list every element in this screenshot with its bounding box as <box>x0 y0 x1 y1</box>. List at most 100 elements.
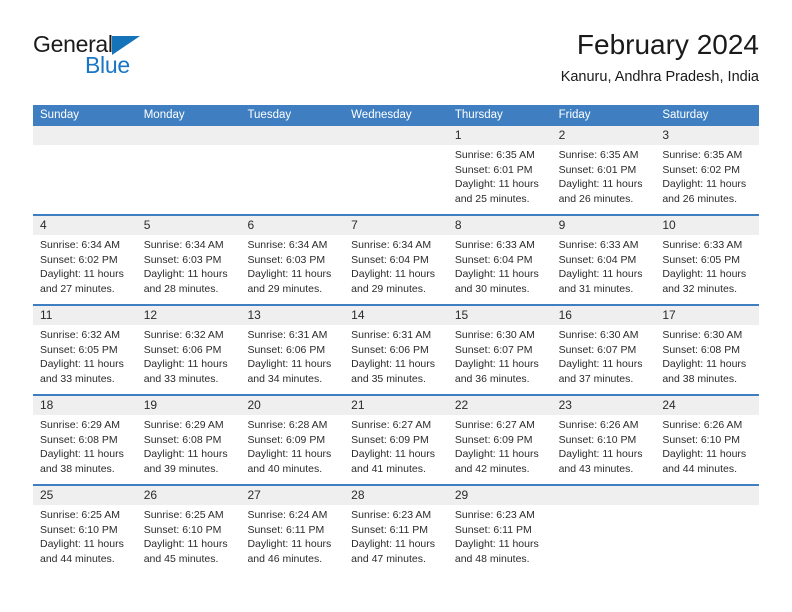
calendar-week-row: 18 Sunrise: 6:29 AM Sunset: 6:08 PM Dayligh… <box>33 394 760 484</box>
calendar-day-cell[interactable]: 1 Sunrise: 6:35 AM Sunset: 6:01 PM Daylight… <box>447 126 552 214</box>
sunset-text: Sunset: 6:11 PM <box>247 523 325 536</box>
daylight-text-line2: and 26 minutes. <box>558 192 634 205</box>
calendar-day-cell-empty <box>33 126 137 214</box>
sunset-text: Sunset: 6:07 PM <box>454 343 533 356</box>
day-sun-info: Sunrise: 6:23 AM Sunset: 6:11 PM Daylight:… <box>448 505 552 566</box>
day-number <box>551 486 656 505</box>
calendar-day-cell[interactable]: 27 Sunrise: 6:24 AM Sunset: 6:11 PM Dayligh… <box>240 486 345 574</box>
calendar-day-cell[interactable]: 18 Sunrise: 6:29 AM Sunset: 6:08 PM Dayligh… <box>33 396 137 484</box>
sunset-text: Sunset: 6:10 PM <box>40 523 118 536</box>
sunrise-text: Sunrise: 6:35 AM <box>558 149 639 161</box>
day-number: 11 <box>33 306 137 325</box>
daylight-text-line2: and 42 minutes. <box>454 462 530 475</box>
day-sun-info: Sunrise: 6:30 AM Sunset: 6:07 PM Daylight:… <box>552 325 656 386</box>
day-number <box>240 126 345 145</box>
calendar-week-row: 1 Sunrise: 6:35 AM Sunset: 6:01 PM Daylight… <box>33 126 760 214</box>
sunrise-text: Sunrise: 6:35 AM <box>454 149 535 161</box>
sunrise-text: Sunrise: 6:31 AM <box>351 329 432 341</box>
sunrise-text: Sunrise: 6:33 AM <box>558 239 639 251</box>
page-title: February 2024 <box>576 29 759 60</box>
daylight-text-line2: and 45 minutes. <box>143 552 219 565</box>
calendar-day-cell[interactable]: 10 Sunrise: 6:33 AM Sunset: 6:05 PM Dayligh… <box>655 216 760 304</box>
calendar-day-cell[interactable]: 25 Sunrise: 6:25 AM Sunset: 6:10 PM Dayligh… <box>33 486 137 574</box>
calendar-day-cell[interactable]: 24 Sunrise: 6:26 AM Sunset: 6:10 PM Dayligh… <box>655 396 760 484</box>
calendar-day-cell[interactable]: 19 Sunrise: 6:29 AM Sunset: 6:08 PM Dayligh… <box>136 396 241 484</box>
calendar-day-cell[interactable]: 5 Sunrise: 6:34 AM Sunset: 6:03 PM Daylight… <box>136 216 241 304</box>
sunrise-text: Sunrise: 6:34 AM <box>143 239 224 251</box>
daylight-text-line1: Daylight: 11 hours <box>351 268 436 281</box>
sunset-text: Sunset: 6:04 PM <box>351 253 429 266</box>
calendar-week-row: 25 Sunrise: 6:25 AM Sunset: 6:10 PM Dayligh… <box>33 484 760 574</box>
daylight-text-line1: Daylight: 11 hours <box>143 448 228 461</box>
daylight-text-line2: and 38 minutes. <box>662 372 738 385</box>
calendar-day-cell[interactable]: 15 Sunrise: 6:30 AM Sunset: 6:07 PM Dayligh… <box>447 306 552 394</box>
sunset-text: Sunset: 6:04 PM <box>454 253 533 266</box>
calendar-day-cell[interactable]: 16 Sunrise: 6:30 AM Sunset: 6:07 PM Dayligh… <box>551 306 656 394</box>
sunset-text: Sunset: 6:09 PM <box>454 433 533 446</box>
calendar-day-cell[interactable]: 23 Sunrise: 6:26 AM Sunset: 6:10 PM Dayligh… <box>551 396 656 484</box>
day-sun-info: Sunrise: 6:33 AM Sunset: 6:04 PM Daylight:… <box>552 235 656 296</box>
sunrise-text: Sunrise: 6:27 AM <box>454 419 535 431</box>
day-sun-info: Sunrise: 6:32 AM Sunset: 6:06 PM Daylight:… <box>137 325 241 386</box>
sunset-text: Sunset: 6:05 PM <box>40 343 118 356</box>
sunset-text: Sunset: 6:06 PM <box>247 343 326 356</box>
weekday-header-wednesday: Wednesday <box>351 109 412 121</box>
day-sun-info: Sunrise: 6:35 AM Sunset: 6:02 PM Daylight:… <box>655 145 759 206</box>
daylight-text-line1: Daylight: 11 hours <box>662 268 747 281</box>
daylight-text-line2: and 47 minutes. <box>351 552 426 565</box>
sunrise-text: Sunrise: 6:35 AM <box>662 149 743 161</box>
daylight-text-line1: Daylight: 11 hours <box>40 538 124 551</box>
calendar-day-cell[interactable]: 20 Sunrise: 6:28 AM Sunset: 6:09 PM Dayligh… <box>240 396 345 484</box>
calendar-day-cell-empty <box>344 126 448 214</box>
calendar-day-cell[interactable]: 6 Sunrise: 6:34 AM Sunset: 6:03 PM Daylight… <box>240 216 345 304</box>
calendar-day-cell[interactable]: 2 Sunrise: 6:35 AM Sunset: 6:01 PM Daylight… <box>551 126 656 214</box>
weekday-header-saturday: Saturday <box>662 109 709 121</box>
day-number: 23 <box>551 396 656 415</box>
daylight-text-line2: and 46 minutes. <box>247 552 323 565</box>
day-sun-info: Sunrise: 6:26 AM Sunset: 6:10 PM Daylight:… <box>655 415 759 476</box>
day-sun-info: Sunrise: 6:25 AM Sunset: 6:10 PM Daylight:… <box>33 505 137 566</box>
daylight-text-line2: and 41 minutes. <box>351 462 426 475</box>
day-number: 28 <box>344 486 448 505</box>
calendar-day-cell[interactable]: 21 Sunrise: 6:27 AM Sunset: 6:09 PM Dayligh… <box>344 396 448 484</box>
calendar-day-cell[interactable]: 22 Sunrise: 6:27 AM Sunset: 6:09 PM Dayligh… <box>447 396 552 484</box>
daylight-text-line1: Daylight: 11 hours <box>558 448 643 461</box>
daylight-text-line1: Daylight: 11 hours <box>351 358 436 371</box>
weekday-header-sunday: Sunday <box>40 109 80 121</box>
calendar-day-cell[interactable]: 17 Sunrise: 6:30 AM Sunset: 6:08 PM Dayligh… <box>655 306 760 394</box>
calendar-day-cell[interactable]: 28 Sunrise: 6:23 AM Sunset: 6:11 PM Dayligh… <box>344 486 448 574</box>
sunset-text: Sunset: 6:01 PM <box>454 163 533 176</box>
sunset-text: Sunset: 6:08 PM <box>40 433 118 446</box>
daylight-text-line2: and 29 minutes. <box>351 282 426 295</box>
calendar-day-cell[interactable]: 9 Sunrise: 6:33 AM Sunset: 6:04 PM Daylight… <box>551 216 656 304</box>
daylight-text-line1: Daylight: 11 hours <box>662 448 747 461</box>
day-sun-info: Sunrise: 6:24 AM Sunset: 6:11 PM Daylight:… <box>240 505 344 566</box>
day-number: 20 <box>240 396 345 415</box>
day-sun-info: Sunrise: 6:33 AM Sunset: 6:04 PM Daylight:… <box>448 235 552 296</box>
daylight-text-line1: Daylight: 11 hours <box>454 448 539 461</box>
page-header: General Blue February 2024 Kanuru, Andhr… <box>33 28 759 100</box>
daylight-text-line1: Daylight: 11 hours <box>143 268 228 281</box>
day-number: 6 <box>240 216 345 235</box>
sunrise-text: Sunrise: 6:34 AM <box>40 239 120 251</box>
daylight-text-line1: Daylight: 11 hours <box>143 358 228 371</box>
day-sun-info: Sunrise: 6:30 AM Sunset: 6:07 PM Daylight:… <box>448 325 552 386</box>
sunset-text: Sunset: 6:10 PM <box>143 523 222 536</box>
calendar-day-cell[interactable]: 26 Sunrise: 6:25 AM Sunset: 6:10 PM Dayligh… <box>136 486 241 574</box>
sunset-text: Sunset: 6:01 PM <box>558 163 637 176</box>
calendar-day-cell[interactable]: 3 Sunrise: 6:35 AM Sunset: 6:02 PM Daylight… <box>655 126 760 214</box>
calendar-day-cell[interactable]: 29 Sunrise: 6:23 AM Sunset: 6:11 PM Dayligh… <box>447 486 552 574</box>
calendar-day-cell[interactable]: 12 Sunrise: 6:32 AM Sunset: 6:06 PM Dayligh… <box>136 306 241 394</box>
day-sun-info: Sunrise: 6:27 AM Sunset: 6:09 PM Daylight:… <box>344 415 448 476</box>
calendar-day-cell[interactable]: 7 Sunrise: 6:34 AM Sunset: 6:04 PM Daylight… <box>344 216 448 304</box>
calendar-day-cell[interactable]: 14 Sunrise: 6:31 AM Sunset: 6:06 PM Dayligh… <box>344 306 448 394</box>
daylight-text-line2: and 34 minutes. <box>247 372 323 385</box>
calendar-day-cell[interactable]: 11 Sunrise: 6:32 AM Sunset: 6:05 PM Dayligh… <box>33 306 137 394</box>
sunrise-text: Sunrise: 6:33 AM <box>662 239 743 251</box>
daylight-text-line1: Daylight: 11 hours <box>247 448 332 461</box>
calendar-day-cell[interactable]: 4 Sunrise: 6:34 AM Sunset: 6:02 PM Daylight… <box>33 216 137 304</box>
sunset-text: Sunset: 6:06 PM <box>143 343 222 356</box>
calendar-day-cell[interactable]: 13 Sunrise: 6:31 AM Sunset: 6:06 PM Dayligh… <box>240 306 345 394</box>
daylight-text-line1: Daylight: 11 hours <box>143 538 228 551</box>
calendar-day-cell[interactable]: 8 Sunrise: 6:33 AM Sunset: 6:04 PM Daylight… <box>447 216 552 304</box>
